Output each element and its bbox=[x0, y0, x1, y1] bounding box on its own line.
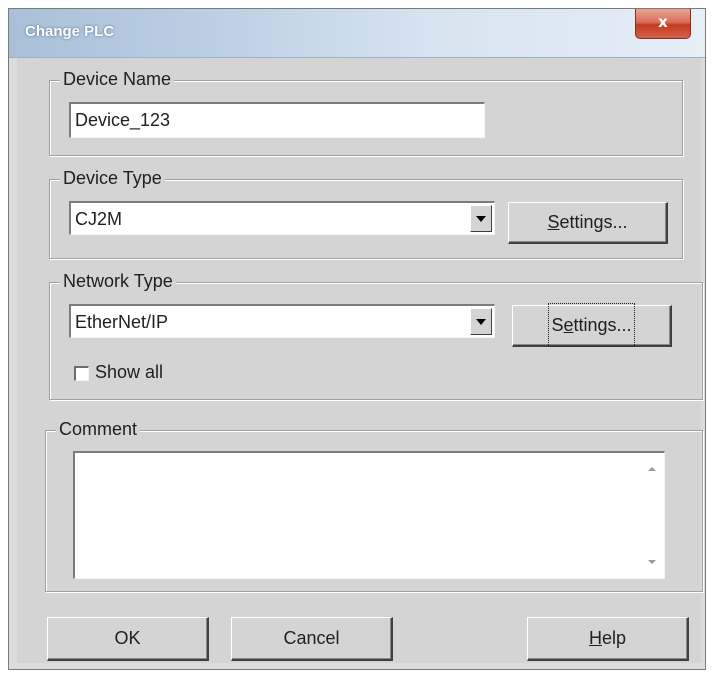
chevron-down-icon[interactable] bbox=[470, 308, 492, 335]
show-all-checkbox[interactable] bbox=[74, 366, 89, 381]
device-type-value: CJ2M bbox=[75, 209, 123, 229]
change-plc-dialog: Change PLC x Device Name Device_123 Devi… bbox=[8, 8, 706, 670]
device-name-label: Device Name bbox=[60, 69, 175, 89]
title-bar[interactable]: Change PLC x bbox=[9, 9, 705, 58]
network-type-group: Network Type EtherNet/IP Settings... Sho… bbox=[49, 271, 703, 400]
window-title: Change PLC bbox=[25, 23, 115, 40]
comment-group: Comment bbox=[45, 419, 703, 592]
comment-textarea[interactable] bbox=[73, 451, 665, 579]
close-button[interactable]: x bbox=[635, 9, 691, 39]
help-label: Help bbox=[588, 628, 627, 648]
device-type-group: Device Type CJ2M Settings... bbox=[49, 168, 683, 259]
dialog-body: Device Name Device_123 Device Type CJ2M … bbox=[17, 58, 703, 663]
scroll-down-icon[interactable] bbox=[646, 556, 658, 568]
network-type-settings-label: Settings... bbox=[548, 303, 635, 347]
comment-label: Comment bbox=[56, 419, 141, 439]
device-name-group: Device Name Device_123 bbox=[49, 69, 683, 156]
help-button[interactable]: Help bbox=[527, 617, 689, 661]
device-name-value: Device_123 bbox=[75, 110, 171, 130]
device-type-select[interactable]: CJ2M bbox=[69, 201, 495, 235]
device-type-settings-label: Settings... bbox=[547, 212, 628, 232]
device-type-settings-button[interactable]: Settings... bbox=[508, 202, 668, 244]
device-type-label: Device Type bbox=[60, 168, 165, 188]
network-type-value: EtherNet/IP bbox=[75, 312, 169, 332]
ok-label: OK bbox=[114, 628, 141, 648]
cancel-label: Cancel bbox=[283, 628, 340, 648]
cancel-button[interactable]: Cancel bbox=[231, 617, 393, 661]
network-type-select[interactable]: EtherNet/IP bbox=[69, 304, 495, 338]
show-all-label[interactable]: Show all bbox=[95, 362, 163, 383]
close-icon: x bbox=[658, 13, 668, 31]
ok-button[interactable]: OK bbox=[47, 617, 209, 661]
network-type-label: Network Type bbox=[60, 271, 176, 291]
device-name-input[interactable]: Device_123 bbox=[69, 102, 485, 138]
scroll-up-icon[interactable] bbox=[646, 463, 658, 475]
chevron-down-icon[interactable] bbox=[470, 205, 492, 232]
network-type-settings-button[interactable]: Settings... bbox=[512, 303, 672, 347]
